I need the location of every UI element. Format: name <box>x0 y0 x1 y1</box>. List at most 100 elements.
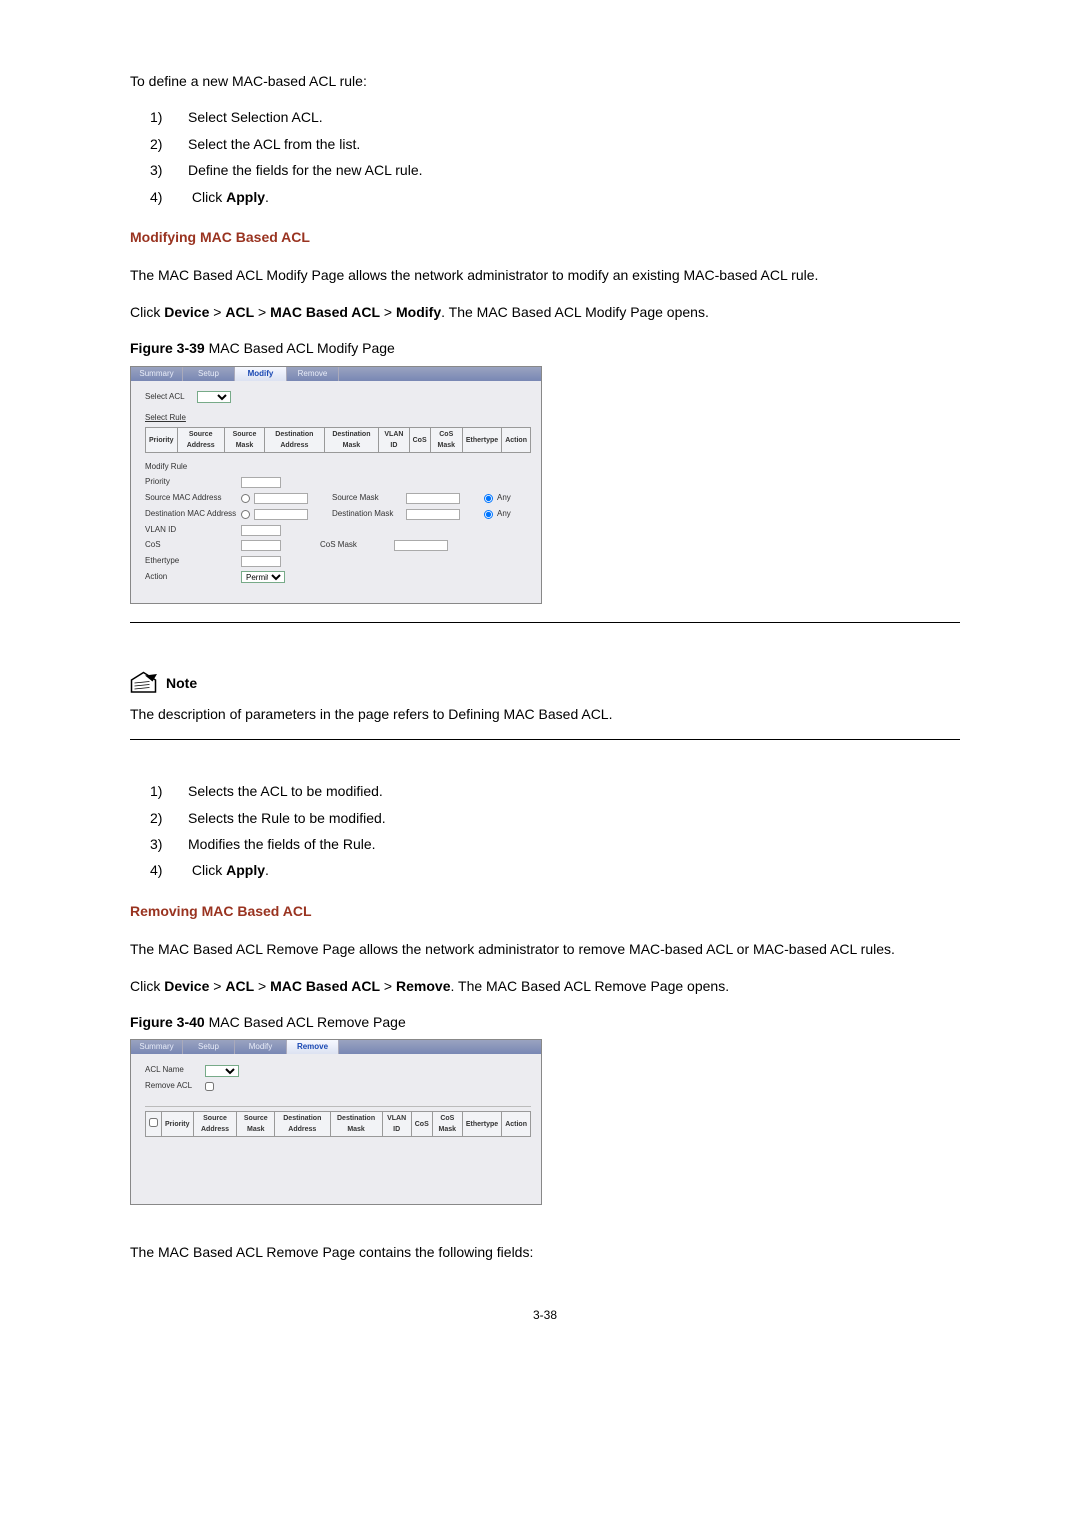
select-acl-name[interactable] <box>205 1065 239 1077</box>
remove-nav: Click Device > ACL > MAC Based ACL > Rem… <box>130 975 960 997</box>
label-remove-acl: Remove ACL <box>145 1080 201 1093</box>
checkbox-all[interactable] <box>149 1118 158 1127</box>
modify-steps: Selects the ACL to be modified. Selects … <box>150 780 960 882</box>
label-src-mac: Source MAC Address <box>145 492 237 505</box>
th: Source Mask <box>224 428 264 453</box>
tab-summary[interactable]: Summary <box>131 1040 183 1054</box>
input-dst-mac[interactable] <box>254 509 308 520</box>
th: CoS Mask <box>432 1111 462 1136</box>
th: Destination Address <box>275 1111 331 1136</box>
label-action: Action <box>145 571 237 584</box>
select-action[interactable]: Permit <box>241 571 285 583</box>
label-any: Any <box>497 492 511 505</box>
input-src-mask[interactable] <box>406 493 460 504</box>
modify-para: The MAC Based ACL Modify Page allows the… <box>130 264 960 286</box>
label-dst-mac: Destination MAC Address <box>145 508 237 521</box>
nav-crumb: Remove <box>396 978 450 994</box>
step-item: Selects the Rule to be modified. <box>150 807 960 829</box>
nav-sep: > <box>209 978 225 994</box>
tab-modify[interactable]: Modify <box>235 367 287 381</box>
th: Source Mask <box>237 1111 275 1136</box>
note-text: The description of parameters in the pag… <box>130 703 960 725</box>
input-cos[interactable] <box>241 540 281 551</box>
figure-title: MAC Based ACL Modify Page <box>205 340 395 356</box>
input-vlan[interactable] <box>241 525 281 536</box>
th: Destination Mask <box>324 428 379 453</box>
remove-rule-table: Priority Source Address Source Mask Dest… <box>145 1111 531 1137</box>
radio-dst-mac[interactable] <box>241 510 250 519</box>
remove-panel: Summary Setup Modify Remove ACL Name Rem… <box>130 1039 542 1205</box>
tab-summary[interactable]: Summary <box>131 367 183 381</box>
note-label: Note <box>166 672 197 694</box>
heading-modifying: Modifying MAC Based ACL <box>130 226 960 248</box>
step-text: . <box>265 862 269 878</box>
nav-sep: > <box>380 304 396 320</box>
label-cos: CoS <box>145 539 237 552</box>
label-acl-name: ACL Name <box>145 1064 201 1077</box>
note-block: Note The description of parameters in th… <box>130 671 960 725</box>
radio-src-mac[interactable] <box>241 494 250 503</box>
heading-removing: Removing MAC Based ACL <box>130 900 960 922</box>
radio-src-any[interactable] <box>484 494 493 503</box>
nav-text: Click <box>130 978 164 994</box>
th: CoS <box>411 1111 432 1136</box>
modify-panel: Summary Setup Modify Remove Select ACL S… <box>130 366 542 604</box>
th: Destination Address <box>265 428 325 453</box>
nav-crumb: ACL <box>225 304 254 320</box>
th: Destination Mask <box>330 1111 382 1136</box>
modify-nav: Click Device > ACL > MAC Based ACL > Mod… <box>130 301 960 323</box>
nav-crumb: Modify <box>396 304 441 320</box>
label-vlan: VLAN ID <box>145 524 237 537</box>
input-dst-mask[interactable] <box>406 509 460 520</box>
th: VLAN ID <box>382 1111 411 1136</box>
th: Ethertype <box>462 428 501 453</box>
lead-text: To define a new MAC-based ACL rule: <box>130 70 960 92</box>
nav-crumb: MAC Based ACL <box>270 304 380 320</box>
figure-caption-40: Figure 3-40 MAC Based ACL Remove Page <box>130 1011 960 1033</box>
th: Action <box>502 428 531 453</box>
step-item: Click Apply. <box>150 859 960 881</box>
tab-remove[interactable]: Remove <box>287 367 339 381</box>
nav-text: Click <box>130 304 164 320</box>
input-cos-mask[interactable] <box>394 540 448 551</box>
tab-modify[interactable]: Modify <box>235 1040 287 1054</box>
input-ethertype[interactable] <box>241 556 281 567</box>
apply-keyword: Apply <box>226 189 265 205</box>
select-acl-dropdown[interactable] <box>197 391 231 403</box>
define-steps: Select Selection ACL. Select the ACL fro… <box>150 106 960 208</box>
figure-caption-39: Figure 3-39 MAC Based ACL Modify Page <box>130 337 960 359</box>
tab-remove[interactable]: Remove <box>287 1040 339 1054</box>
step-text: Click <box>192 862 226 878</box>
th: CoS <box>409 428 430 453</box>
remove-para: The MAC Based ACL Remove Page allows the… <box>130 938 960 960</box>
label-src-mask: Source Mask <box>332 492 402 505</box>
step-text: . <box>265 189 269 205</box>
checkbox-remove-acl[interactable] <box>205 1082 214 1091</box>
tab-setup[interactable]: Setup <box>183 1040 235 1054</box>
nav-sep: > <box>209 304 225 320</box>
nav-crumb: ACL <box>225 978 254 994</box>
panel-tabs: Summary Setup Modify Remove <box>131 367 541 381</box>
input-src-mac[interactable] <box>254 493 308 504</box>
label-modify-rule: Modify Rule <box>145 461 531 474</box>
tab-setup[interactable]: Setup <box>183 367 235 381</box>
note-icon <box>130 671 160 695</box>
select-rule-table: Priority Source Address Source Mask Dest… <box>145 427 531 453</box>
th: Action <box>502 1111 531 1136</box>
step-item: Select Selection ACL. <box>150 106 960 128</box>
nav-text: . The MAC Based ACL Modify Page opens. <box>441 304 709 320</box>
panel-tabs: Summary Setup Modify Remove <box>131 1040 541 1054</box>
nav-sep: > <box>380 978 396 994</box>
radio-dst-any[interactable] <box>484 510 493 519</box>
label-dst-mask: Destination Mask <box>332 508 402 521</box>
step-item: Select the ACL from the list. <box>150 133 960 155</box>
remove-trailing: The MAC Based ACL Remove Page contains t… <box>130 1241 960 1263</box>
nav-crumb: MAC Based ACL <box>270 978 380 994</box>
th: Priority <box>162 1111 194 1136</box>
nav-sep: > <box>254 978 270 994</box>
input-priority[interactable] <box>241 477 281 488</box>
th: Ethertype <box>462 1111 501 1136</box>
nav-crumb: Device <box>164 304 209 320</box>
step-item: Modifies the fields of the Rule. <box>150 833 960 855</box>
nav-text: . The MAC Based ACL Remove Page opens. <box>450 978 729 994</box>
